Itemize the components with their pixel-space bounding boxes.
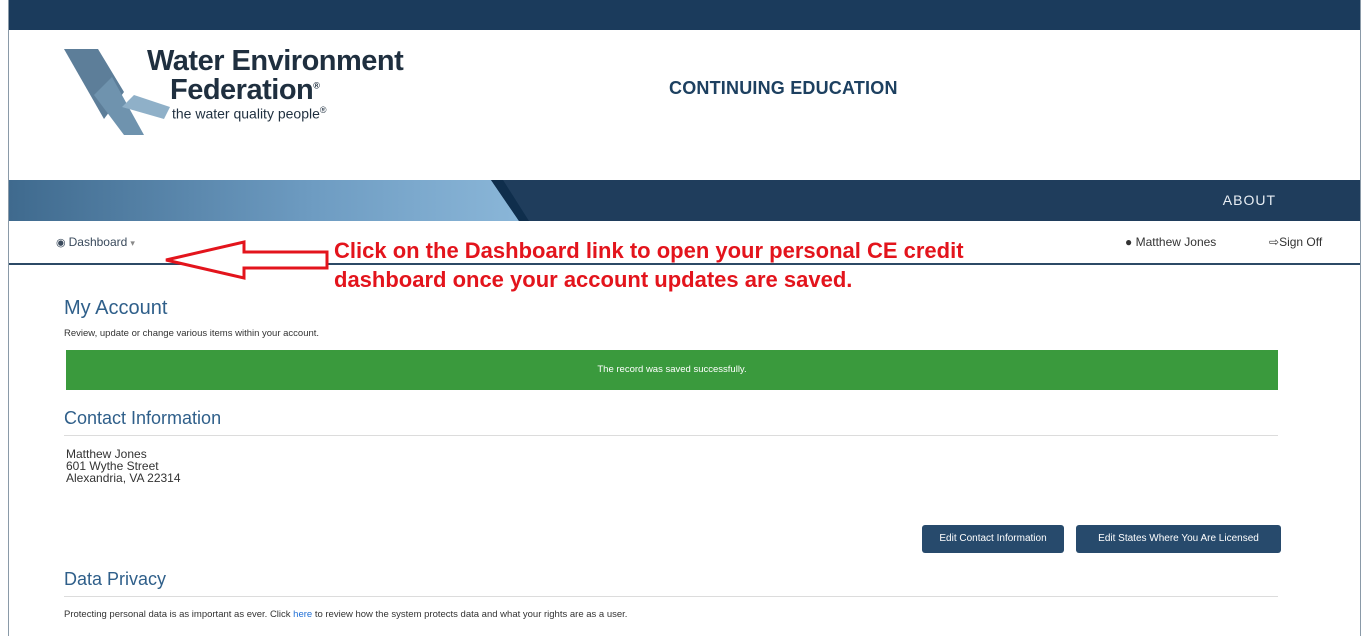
user-name: Matthew Jones — [1135, 235, 1217, 249]
annotation-line1: Click on the Dashboard link to open your… — [334, 238, 964, 263]
logo-tagline: the water quality people® — [172, 105, 327, 122]
sign-out-icon: ⇨ — [1269, 235, 1280, 249]
divider — [64, 435, 1278, 436]
main-navbar: ABOUT — [9, 180, 1360, 221]
edit-contact-button[interactable]: Edit Contact Information — [922, 525, 1064, 553]
wef-logo[interactable]: Water Environment Federation® the water … — [64, 45, 424, 155]
contact-city: Alexandria, VA 22314 — [66, 471, 181, 485]
dashboard-icon: ◉ — [56, 237, 66, 249]
annotation-text: Click on the Dashboard link to open your… — [334, 236, 964, 294]
contact-heading: Contact Information — [64, 408, 222, 428]
top-strip — [9, 0, 1360, 30]
dashboard-label: Dashboard — [68, 235, 128, 249]
annotation-arrow — [165, 240, 329, 280]
user-icon: ● — [1125, 235, 1133, 249]
sign-off-link[interactable]: ⇨Sign Off — [1269, 235, 1322, 249]
navbar-accent — [9, 180, 529, 221]
site-title: CONTINUING EDUCATION — [669, 78, 898, 98]
contact-address: Matthew Jones 601 Wythe Street Alexandri… — [66, 448, 181, 484]
annotation-line2: dashboard once your account updates are … — [334, 267, 853, 292]
privacy-link[interactable]: here — [293, 609, 312, 620]
edit-states-button[interactable]: Edit States Where You Are Licensed — [1076, 525, 1281, 553]
sign-off-label: Sign Off — [1279, 235, 1323, 249]
page-subtitle: Review, update or change various items w… — [64, 328, 320, 339]
user-menu[interactable]: ● Matthew Jones — [1125, 235, 1216, 249]
page-frame: Water Environment Federation® the water … — [8, 0, 1361, 636]
privacy-heading: Data Privacy — [64, 569, 167, 589]
logo-text-line2: Federation® — [170, 74, 320, 106]
success-alert: The record was saved successfully. — [66, 350, 1278, 390]
dashboard-link[interactable]: ◉ Dashboard ▾ — [56, 235, 135, 249]
page-title: My Account — [64, 297, 168, 319]
nav-about[interactable]: ABOUT — [1223, 192, 1276, 208]
privacy-text: Protecting personal data is as important… — [64, 609, 628, 620]
chevron-down-icon: ▾ — [130, 238, 135, 248]
site-header: Water Environment Federation® the water … — [9, 30, 1360, 180]
divider — [64, 596, 1278, 597]
